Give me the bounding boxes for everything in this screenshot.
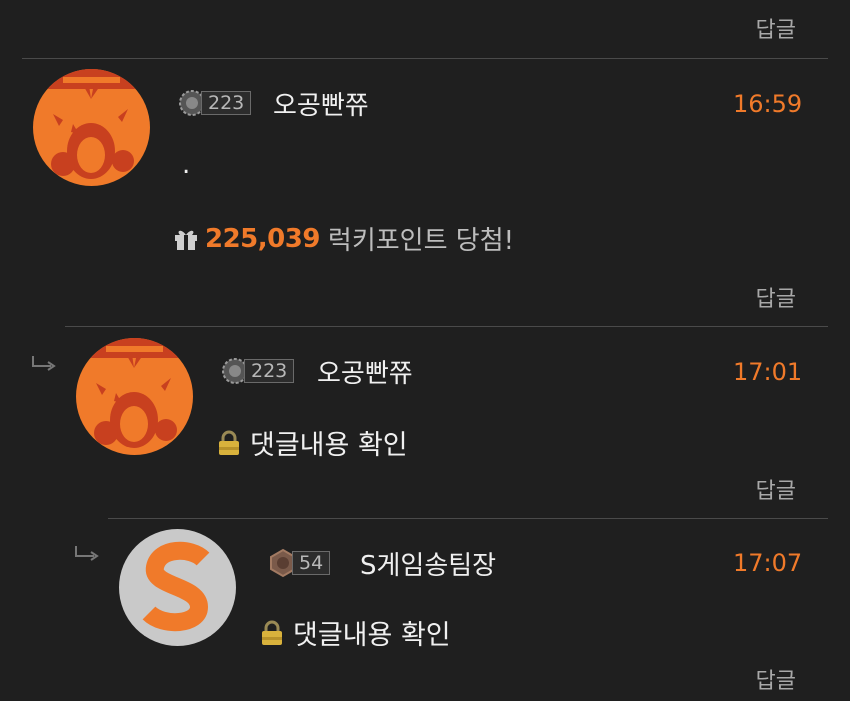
level-badge: 54	[268, 548, 331, 578]
avatar[interactable]	[119, 529, 236, 646]
comment-body: 댓글내용 확인	[293, 620, 451, 651]
level-number: 223	[201, 91, 252, 115]
hidden-comment[interactable]: 댓글내용 확인	[259, 613, 451, 652]
lucky-points: 225,039	[205, 223, 320, 254]
reply-arrow-icon	[32, 356, 56, 371]
level-number: 223	[244, 359, 295, 383]
lock-icon	[219, 430, 239, 455]
hidden-comment[interactable]: 댓글내용 확인	[216, 423, 408, 462]
level-badge: 223	[220, 357, 295, 385]
comment-body: 댓글내용 확인	[250, 430, 408, 461]
divider	[22, 58, 828, 59]
timestamp: 16:59	[733, 90, 803, 118]
avatar[interactable]	[76, 338, 193, 455]
timestamp: 17:01	[733, 358, 803, 386]
level-number: 54	[292, 551, 331, 575]
gift-icon	[175, 230, 197, 250]
reply-button[interactable]: 답글	[756, 281, 796, 313]
comment-body: .	[182, 150, 191, 180]
nickname[interactable]: 오공빤쮸	[273, 85, 369, 122]
nickname[interactable]: 오공빤쮸	[317, 353, 413, 390]
lock-icon	[262, 620, 282, 645]
lucky-point-notice: 225,039 럭키포인트 당첨!	[173, 220, 514, 257]
avatar[interactable]	[33, 69, 150, 186]
divider	[65, 326, 828, 327]
divider	[108, 518, 828, 519]
level-badge: 223	[177, 89, 252, 117]
nickname[interactable]: S게임송팀장	[360, 545, 496, 582]
lucky-text: 럭키포인트 당첨!	[327, 226, 515, 256]
reply-button-top[interactable]: 답글	[756, 12, 796, 44]
reply-arrow-icon	[75, 546, 99, 561]
reply-button[interactable]: 답글	[756, 663, 796, 695]
reply-button[interactable]: 답글	[756, 473, 796, 505]
timestamp: 17:07	[733, 549, 803, 577]
